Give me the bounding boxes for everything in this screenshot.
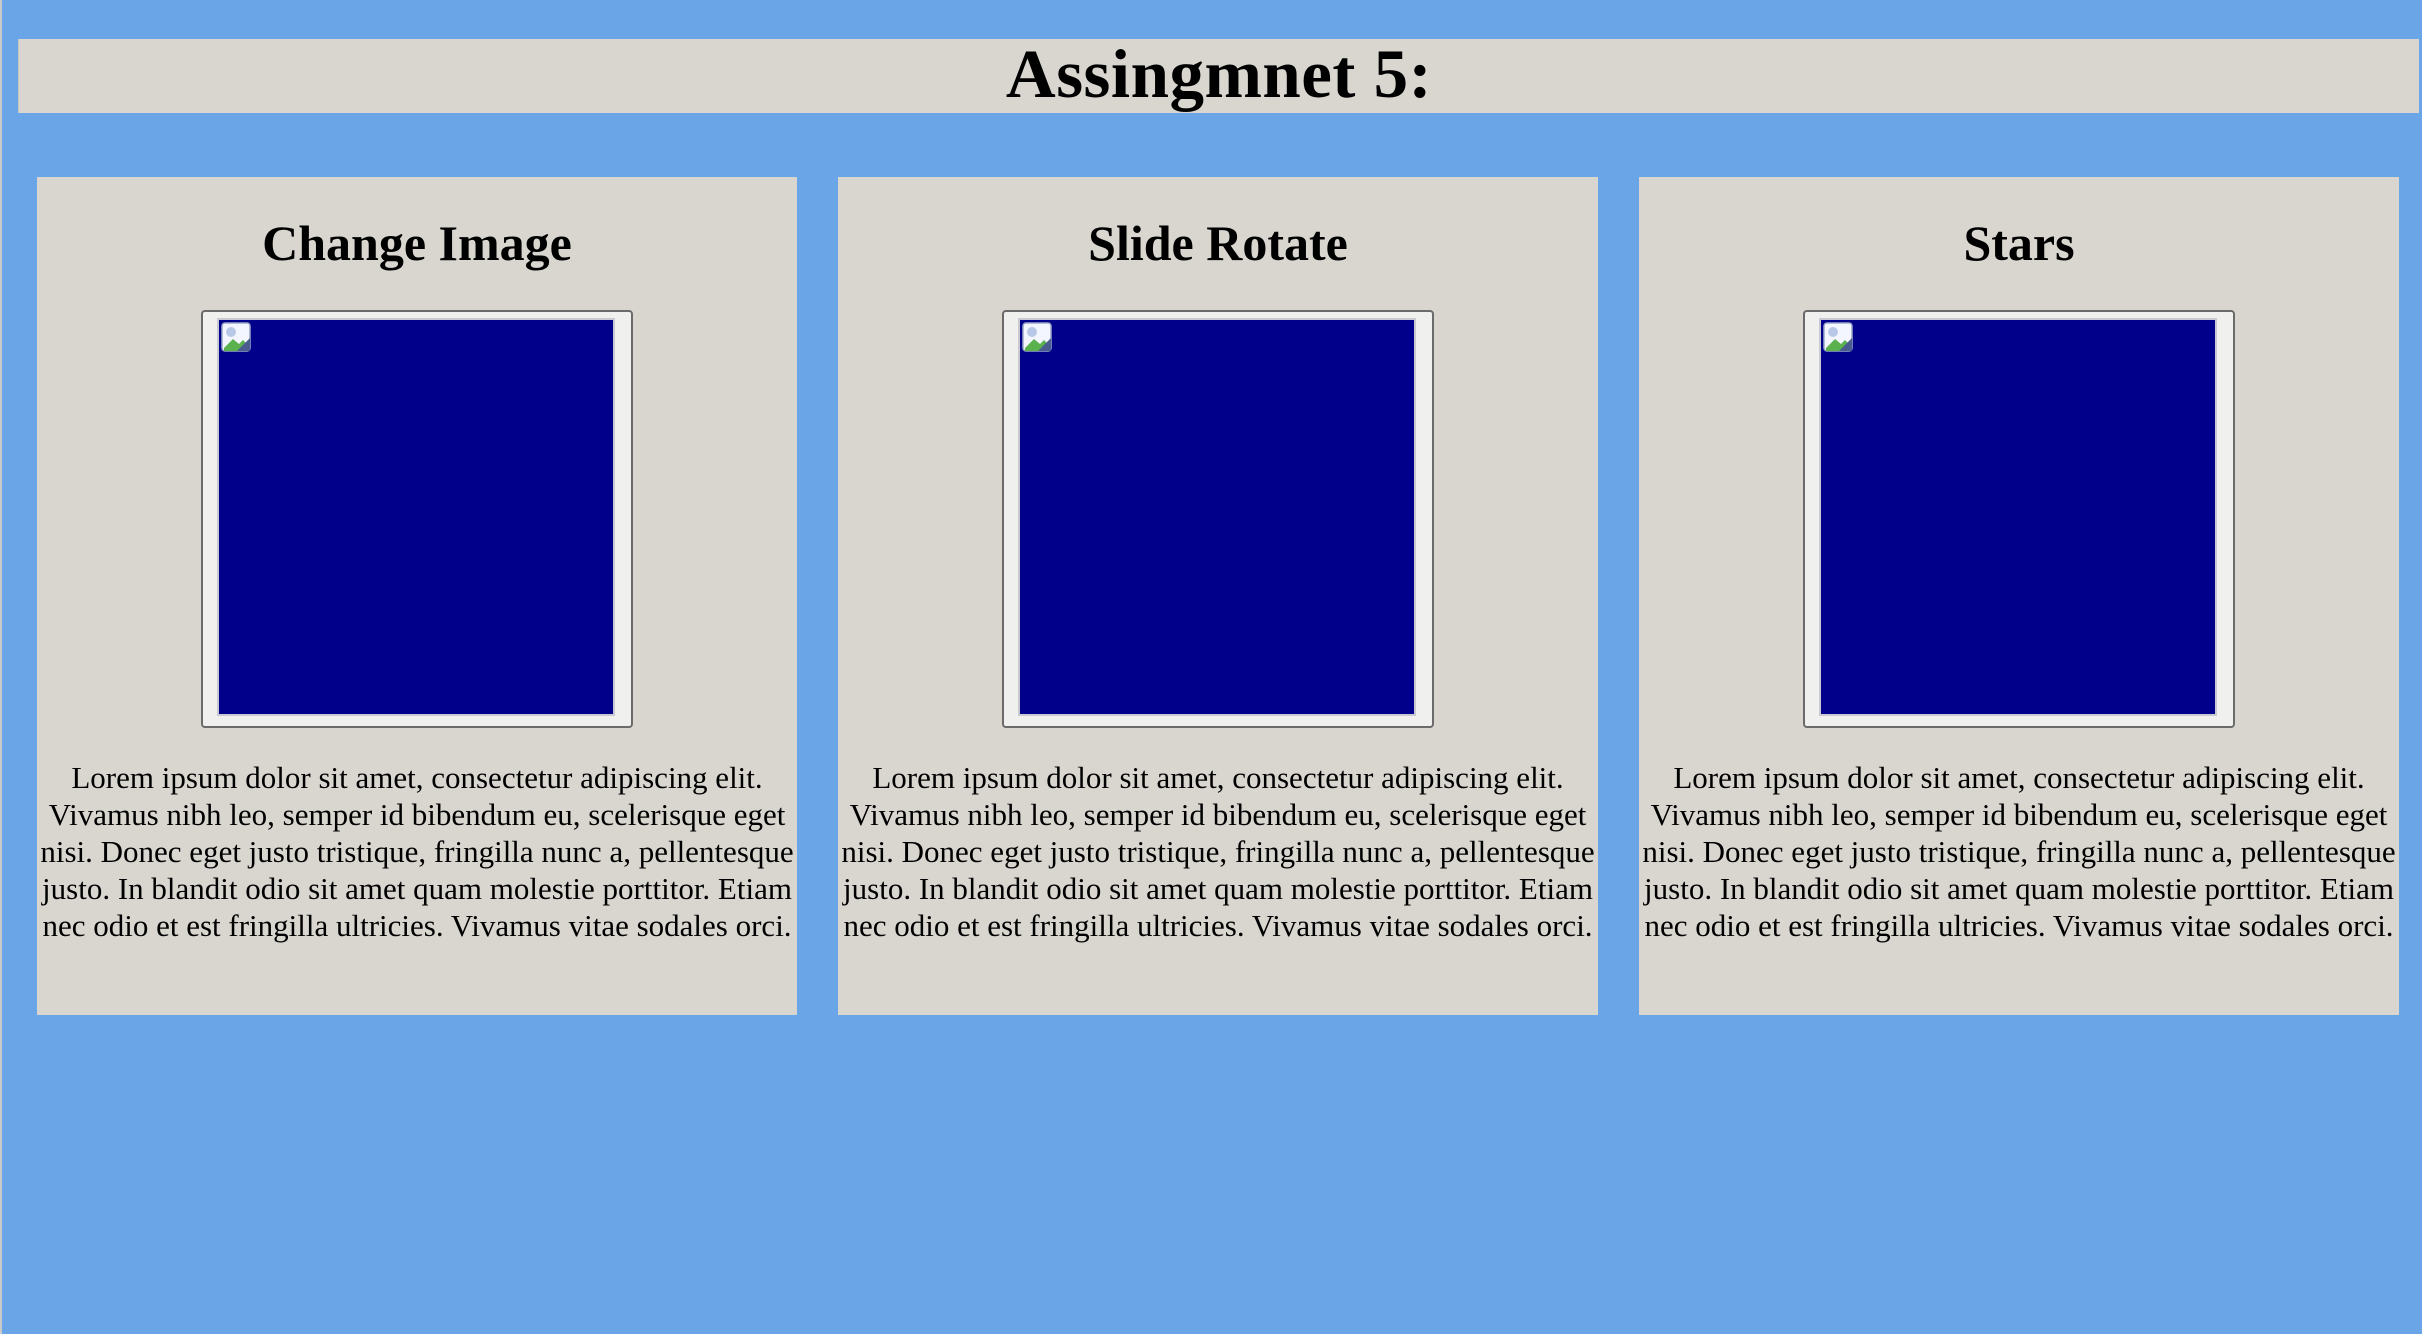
image-placeholder <box>217 318 615 716</box>
card-stars: Stars Lorem ipsum dolor sit amet, consec… <box>1639 177 2399 1015</box>
card-change-image: Change Image Lorem ipsum dolor sit amet,… <box>37 177 797 1015</box>
card-slide-rotate: Slide Rotate Lorem ipsum dolor sit amet,… <box>838 177 1598 1015</box>
card-text: Lorem ipsum dolor sit amet, consectetur … <box>841 760 1595 943</box>
image-button[interactable] <box>1803 310 2235 728</box>
card-text: Lorem ipsum dolor sit amet, consectetur … <box>1642 760 2396 943</box>
image-placeholder <box>1018 318 1416 716</box>
card-title: Slide Rotate <box>1088 215 1348 271</box>
card-title: Stars <box>1963 215 2075 271</box>
broken-image-icon <box>1823 322 1853 352</box>
card-title: Change Image <box>262 215 572 271</box>
page-header: Assingmnet 5: <box>18 39 2419 113</box>
broken-image-icon <box>1022 322 1052 352</box>
image-button[interactable] <box>201 310 633 728</box>
broken-image-icon <box>221 322 251 352</box>
card-text: Lorem ipsum dolor sit amet, consectetur … <box>40 760 794 943</box>
image-button[interactable] <box>1002 310 1434 728</box>
page-title: Assingmnet 5: <box>1005 35 1433 112</box>
image-placeholder <box>1819 318 2217 716</box>
